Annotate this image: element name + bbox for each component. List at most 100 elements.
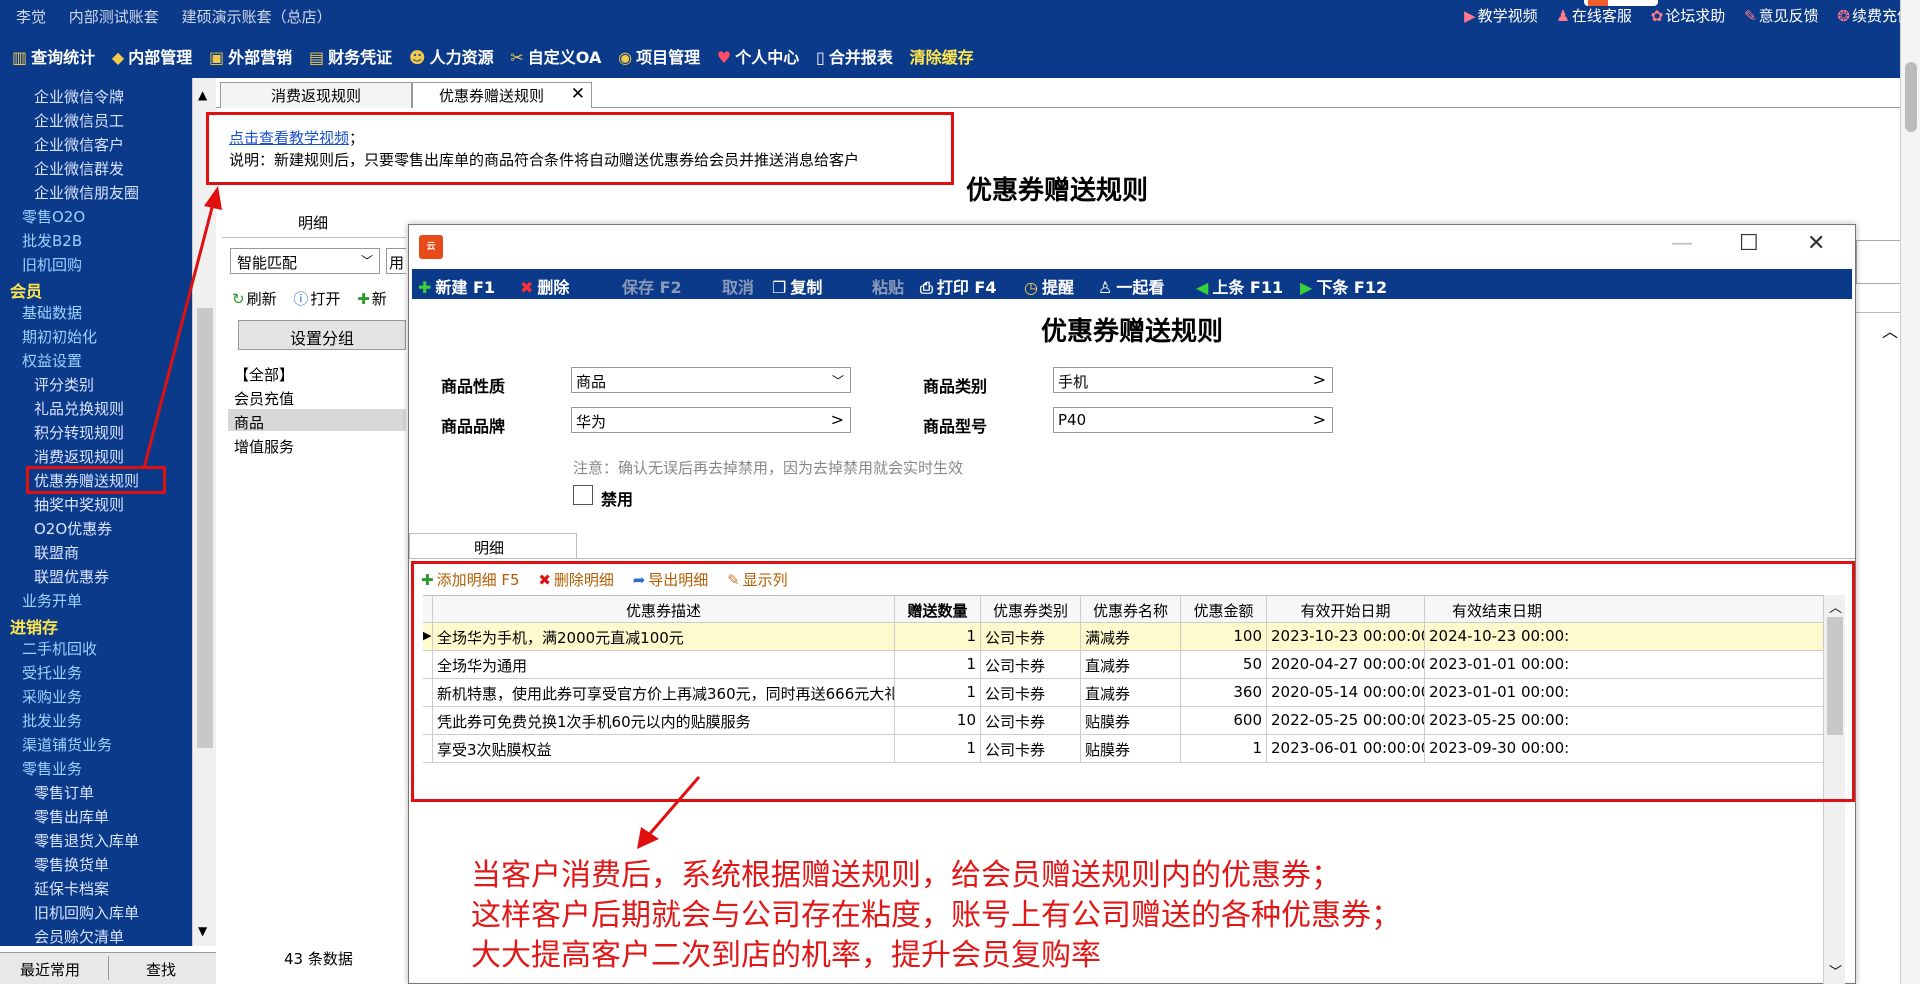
brand-picker[interactable]: 华为 >: [571, 407, 851, 433]
cancel-button[interactable]: 取消: [722, 274, 754, 298]
tree-item-recharge[interactable]: 会员充值: [234, 388, 294, 409]
menu-marketing[interactable]: ▣ 外部营销: [209, 44, 292, 68]
chevron-right-icon[interactable]: >: [1313, 370, 1326, 389]
sidebar-item-alliance[interactable]: 联盟商: [34, 542, 79, 563]
sidebar-section-inventory[interactable]: 进销存: [10, 614, 58, 638]
sidebar-item-consign[interactable]: 受托业务: [22, 662, 82, 683]
paste-button[interactable]: 粘贴: [872, 274, 904, 298]
watch-together-button[interactable]: ♙ 一起看: [1098, 274, 1164, 298]
scroll-up-icon[interactable]: ▲: [198, 88, 207, 102]
maximize-icon[interactable]: ☐: [1739, 231, 1759, 256]
menu-finance[interactable]: ▤ 财务凭证: [309, 44, 392, 68]
sidebar-item-retail-return[interactable]: 零售退货入库单: [34, 830, 139, 851]
sidebar-item-basic[interactable]: 基础数据: [22, 302, 82, 323]
sidebar-item-wholesale[interactable]: 批发业务: [22, 710, 82, 731]
sidebar-item-wx-moments[interactable]: 企业微信朋友圈: [34, 182, 139, 203]
sidebar-item-wx-token[interactable]: 企业微信令牌: [34, 86, 124, 107]
scroll-down-icon[interactable]: ﹀: [1829, 961, 1842, 980]
menu-query[interactable]: ▥ 查询统计: [12, 44, 95, 68]
sidebar-item-retail-order[interactable]: 零售订单: [34, 782, 94, 803]
menu-personal[interactable]: ♥ 个人中心: [717, 44, 799, 68]
scroll-down-icon[interactable]: ▼: [198, 924, 207, 938]
tree-item-all[interactable]: 【全部】: [234, 364, 294, 385]
disable-checkbox[interactable]: [573, 485, 593, 505]
minimize-icon[interactable]: —: [1671, 231, 1693, 256]
sidebar-item-wx-customer[interactable]: 企业微信客户: [34, 134, 124, 155]
sidebar-item-retail-out[interactable]: 零售出库单: [34, 806, 109, 827]
account-demo[interactable]: 建硕演示账套（总店）: [182, 8, 332, 26]
page-scrollbar[interactable]: [1900, 0, 1920, 984]
open-button[interactable]: ⓘ 打开: [293, 290, 340, 308]
sidebar-item-wx-staff[interactable]: 企业微信员工: [34, 110, 124, 131]
sidebar-item-b2b[interactable]: 批发B2B: [22, 230, 82, 251]
sidebar-item-o2o[interactable]: 零售O2O: [22, 206, 85, 227]
gear-icon: ✿: [1650, 7, 1664, 25]
sidebar-item-cashback-rule[interactable]: 消费返现规则: [34, 446, 124, 467]
menu-oa[interactable]: ✂ 自定义OA: [510, 44, 601, 68]
new-button[interactable]: ✚ 新: [357, 290, 387, 308]
menu-internal[interactable]: ◆ 内部管理: [112, 44, 192, 68]
sidebar-item-wx-mass[interactable]: 企业微信群发: [34, 158, 124, 179]
sidebar-item-init[interactable]: 期初初始化: [22, 326, 97, 347]
tab-cashback-rule[interactable]: 消费返现规则: [220, 82, 412, 108]
sidebar-item-o2o-coupon[interactable]: O2O优惠券: [34, 518, 112, 539]
sidebar-item-points-rule[interactable]: 积分转现规则: [34, 422, 124, 443]
chevron-right-icon[interactable]: >: [831, 410, 844, 429]
detail-tab[interactable]: 明细: [409, 533, 577, 559]
menu-project[interactable]: ◉ 项目管理: [618, 44, 700, 68]
tab-search[interactable]: 查找: [146, 959, 176, 980]
sidebar-item-buyback-in[interactable]: 旧机回购入库单: [34, 902, 139, 923]
sidebar-item-lottery-rule[interactable]: 抽奖中奖规则: [34, 494, 124, 515]
sidebar-item-member-debt[interactable]: 会员赊欠清单: [34, 926, 124, 947]
tab-recent[interactable]: 最近常用: [20, 959, 80, 980]
sidebar-item-retail[interactable]: 零售业务: [22, 758, 82, 779]
background-scroll-up-icon[interactable]: ︿: [1882, 318, 1898, 342]
link-feedback[interactable]: ✎ 意见反馈: [1744, 7, 1819, 25]
menu-hr[interactable]: ☻ 人力资源: [409, 44, 494, 68]
floating-widget[interactable]: [1584, 0, 1658, 6]
sidebar-item-warranty[interactable]: 延保卡档案: [34, 878, 109, 899]
nature-select[interactable]: 商品 ﹀: [571, 367, 851, 393]
prev-f11-button[interactable]: ◀ 上条 F11: [1196, 274, 1283, 298]
link-video[interactable]: ▶ 教学视频: [1464, 7, 1538, 25]
match-select[interactable]: 智能匹配 ﹀: [230, 248, 380, 274]
sidebar-item-billing[interactable]: 业务开单: [22, 590, 82, 611]
model-picker[interactable]: P40 >: [1053, 407, 1333, 433]
tab-coupon-rule[interactable]: 优惠券赠送规则 ✕: [412, 82, 592, 108]
tutorial-video-link[interactable]: 点击查看教学视频: [229, 129, 349, 147]
sidebar-item-channel[interactable]: 渠道铺货业务: [22, 734, 112, 755]
print-f4-button[interactable]: ⎙ 打印 F4: [920, 274, 996, 298]
sidebar-item-alliance-coupon[interactable]: 联盟优惠券: [34, 566, 109, 587]
sidebar-item-gift-rule[interactable]: 礼品兑换规则: [34, 398, 124, 419]
set-group-button[interactable]: 设置分组: [238, 320, 406, 350]
refresh-button[interactable]: ↻ 刷新: [232, 290, 277, 308]
dialog-titlebar[interactable]: 云ERP — ☐ ✕: [409, 225, 1855, 276]
link-support[interactable]: ♟ 在线客服: [1556, 7, 1631, 25]
save-f2-button[interactable]: 保存 F2: [622, 274, 682, 298]
delete-button[interactable]: ✖ 删除: [520, 274, 569, 298]
filter-input[interactable]: 用: [386, 248, 406, 274]
sidebar-item-recycle[interactable]: 二手机回收: [22, 638, 97, 659]
next-f12-button[interactable]: ▶ 下条 F12: [1300, 274, 1387, 298]
tree-item-goods[interactable]: 商品: [234, 412, 264, 433]
chevron-right-icon[interactable]: >: [1313, 410, 1326, 429]
menu-report[interactable]: ▯ 合并报表: [816, 44, 893, 68]
account-internal[interactable]: 内部测试账套: [69, 8, 159, 26]
sidebar-item-buyback[interactable]: 旧机回购: [22, 254, 82, 275]
menu-clear-cache[interactable]: 清除缓存: [910, 44, 974, 68]
tree-item-service[interactable]: 增值服务: [234, 436, 294, 457]
copy-button[interactable]: ❐ 复制: [772, 274, 822, 298]
sidebar-item-purchase[interactable]: 采购业务: [22, 686, 82, 707]
category-picker[interactable]: 手机 >: [1053, 367, 1333, 393]
sidebar-section-member[interactable]: 会员: [10, 278, 42, 302]
page-scroll-thumb[interactable]: [1905, 62, 1917, 132]
new-f1-button[interactable]: ✚ 新建 F1: [418, 274, 495, 298]
sidebar-item-retail-exchange[interactable]: 零售换货单: [34, 854, 109, 875]
sidebar-item-score-type[interactable]: 评分类别: [34, 374, 94, 395]
remind-button[interactable]: ◷ 提醒: [1024, 274, 1074, 298]
close-dialog-icon[interactable]: ✕: [1807, 231, 1825, 256]
sidebar-item-rights[interactable]: 权益设置: [22, 350, 82, 371]
left-panel-tab[interactable]: 明细: [222, 208, 406, 238]
link-forum[interactable]: ✿ 论坛求助: [1651, 7, 1726, 25]
close-icon[interactable]: ✕: [571, 84, 585, 104]
